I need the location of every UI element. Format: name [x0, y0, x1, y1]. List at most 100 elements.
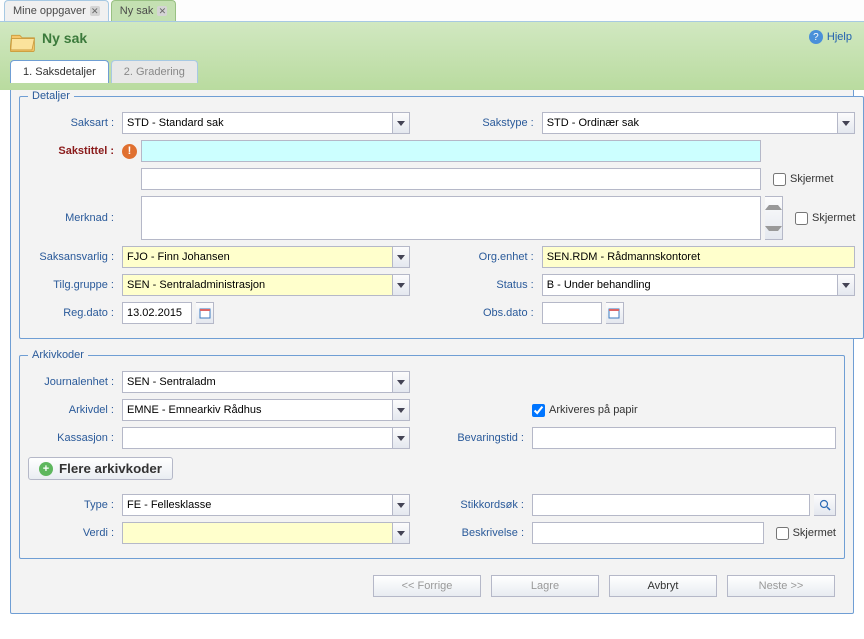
sakstittel-input[interactable]: [141, 140, 761, 162]
scroll-up[interactable]: [765, 197, 782, 218]
flere-label: Flere arkivkoder: [59, 461, 162, 476]
label-arkivdel: Arkivdel :: [28, 404, 118, 416]
chevron-down-icon: [397, 121, 405, 126]
label-saksart: Saksart :: [28, 117, 118, 129]
forrige-button[interactable]: << Forrige: [373, 575, 481, 597]
inner-tabs: 1. Saksdetaljer 2. Gradering: [0, 60, 864, 83]
arkivdel-input[interactable]: [122, 399, 392, 421]
chevron-down-icon: [397, 408, 405, 413]
label-merknad: Merknad :: [28, 212, 118, 224]
tab-label: 1. Saksdetaljer: [23, 66, 96, 78]
label-sakstittel: Sakstittel :: [28, 145, 118, 157]
tilggruppe-dropdown[interactable]: [392, 274, 410, 296]
sakstype-input[interactable]: [542, 112, 838, 134]
kassasjon-input[interactable]: [122, 427, 392, 449]
regdato-input[interactable]: [122, 302, 192, 324]
chevron-down-icon: [842, 283, 850, 288]
label-obsdato: Obs.dato :: [458, 307, 538, 319]
arkiveres-papir-checkbox[interactable]: [532, 404, 545, 417]
regdato-datepicker[interactable]: [196, 302, 214, 324]
close-icon[interactable]: ✕: [90, 6, 100, 16]
label-beskrivelse: Beskrivelse :: [448, 527, 528, 539]
orgenhet-input[interactable]: [542, 246, 856, 268]
help-label: Hjelp: [827, 31, 852, 43]
beskrivelse-input[interactable]: [532, 522, 764, 544]
verdi-input[interactable]: [122, 522, 392, 544]
obsdato-datepicker[interactable]: [606, 302, 624, 324]
label-regdato: Reg.dato :: [28, 307, 118, 319]
label-orgenhet: Org.enhet :: [458, 251, 538, 263]
label-tilggruppe: Tilg.gruppe :: [28, 279, 118, 291]
label-saksansvarlig: Saksansvarlig :: [28, 251, 118, 263]
journalenhet-dropdown[interactable]: [392, 371, 410, 393]
help-link[interactable]: ? Hjelp: [809, 30, 852, 44]
stikkordsok-input[interactable]: [532, 494, 810, 516]
arkivdel-dropdown[interactable]: [392, 399, 410, 421]
legend-arkivkoder: Arkivkoder: [28, 349, 88, 361]
arkiveres-papir-wrap[interactable]: Arkiveres på papir: [532, 404, 638, 417]
saksart-dropdown[interactable]: [392, 112, 410, 134]
kassasjon-dropdown[interactable]: [392, 427, 410, 449]
fieldset-arkivkoder: Arkivkoder Journalenhet : Arkivdel :: [19, 349, 845, 559]
label-sakstype: Sakstype :: [458, 117, 538, 129]
merknad-input[interactable]: [141, 196, 761, 240]
fieldset-detaljer: Detaljer Saksart : Sakstype : Sakstittel…: [19, 90, 864, 339]
tab-saksdetaljer[interactable]: 1. Saksdetaljer: [10, 60, 109, 83]
sakstittel-line2-input[interactable]: [141, 168, 761, 190]
label-status: Status :: [458, 279, 538, 291]
label-journalenhet: Journalenhet :: [28, 376, 118, 388]
footer-buttons: << Forrige Lagre Avbryt Neste >>: [19, 569, 845, 605]
tab-ny-sak[interactable]: Ny sak ✕: [111, 0, 177, 21]
plus-icon: +: [39, 462, 53, 476]
saksansvarlig-input[interactable]: [122, 246, 392, 268]
status-dropdown[interactable]: [837, 274, 855, 296]
tab-label: 2. Gradering: [124, 66, 185, 78]
stikkordsok-search-button[interactable]: [814, 494, 836, 516]
label-verdi: Verdi :: [28, 527, 118, 539]
chevron-up-icon: [765, 205, 782, 210]
chevron-down-icon: [765, 226, 782, 231]
legend-detaljer: Detaljer: [28, 90, 74, 102]
search-icon: [819, 499, 831, 511]
skjermet-1-wrap[interactable]: Skjermet: [773, 173, 833, 186]
calendar-icon: [608, 307, 620, 319]
skjermet-3-checkbox[interactable]: [776, 527, 789, 540]
type-dropdown[interactable]: [392, 494, 410, 516]
obsdato-input[interactable]: [542, 302, 602, 324]
verdi-dropdown[interactable]: [392, 522, 410, 544]
chevron-down-icon: [397, 255, 405, 260]
arkiveres-papir-label: Arkiveres på papir: [549, 404, 638, 416]
chevron-down-icon: [397, 436, 405, 441]
tilggruppe-input[interactable]: [122, 274, 392, 296]
skjermet-2-label: Skjermet: [812, 212, 855, 224]
chevron-down-icon: [397, 380, 405, 385]
tab-label: Mine oppgaver: [13, 5, 86, 17]
label-kassasjon: Kassasjon :: [28, 432, 118, 444]
flere-arkivkoder-button[interactable]: + Flere arkivkoder: [28, 457, 173, 480]
lagre-button[interactable]: Lagre: [491, 575, 599, 597]
close-icon[interactable]: ✕: [157, 6, 167, 16]
journalenhet-input[interactable]: [122, 371, 392, 393]
saksansvarlig-dropdown[interactable]: [392, 246, 410, 268]
skjermet-2-wrap[interactable]: Skjermet: [795, 212, 855, 225]
tab-gradering[interactable]: 2. Gradering: [111, 60, 198, 83]
status-input[interactable]: [542, 274, 838, 296]
scroll-down[interactable]: [765, 218, 782, 239]
type-input[interactable]: [122, 494, 392, 516]
tab-mine-oppgaver[interactable]: Mine oppgaver ✕: [4, 0, 109, 21]
skjermet-1-checkbox[interactable]: [773, 173, 786, 186]
page-title: Ny sak: [42, 30, 87, 46]
bevaringstid-input[interactable]: [532, 427, 836, 449]
label-type: Type :: [28, 499, 118, 511]
skjermet-2-checkbox[interactable]: [795, 212, 808, 225]
skjermet-1-label: Skjermet: [790, 173, 833, 185]
chevron-down-icon: [397, 283, 405, 288]
neste-button[interactable]: Neste >>: [727, 575, 835, 597]
skjermet-3-label: Skjermet: [793, 527, 836, 539]
chevron-down-icon: [397, 531, 405, 536]
saksart-input[interactable]: [122, 112, 392, 134]
sakstype-dropdown[interactable]: [837, 112, 855, 134]
avbryt-button[interactable]: Avbryt: [609, 575, 717, 597]
skjermet-3-wrap[interactable]: Skjermet: [776, 527, 836, 540]
merknad-scroll[interactable]: [765, 196, 783, 240]
